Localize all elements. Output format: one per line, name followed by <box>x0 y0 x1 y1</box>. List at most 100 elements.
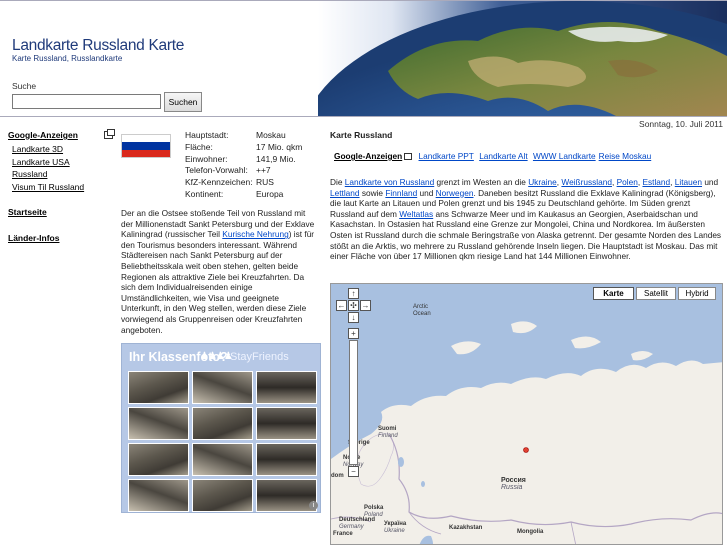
class-photo <box>128 443 189 476</box>
class-photo <box>192 407 253 440</box>
map-type-hybrid-button[interactable]: Hybrid <box>678 287 716 300</box>
class-photo <box>256 443 317 476</box>
tourism-description: Der an die Ostsee stoßende Teil von Russ… <box>121 208 319 335</box>
class-photo-grid <box>128 371 317 512</box>
ad-link-reise-moskau[interactable]: Reise Moskau <box>599 151 652 161</box>
nav-link-landkarte-usa[interactable]: Landkarte USA <box>12 156 116 169</box>
link-finnland[interactable]: Finnland <box>385 188 417 198</box>
class-photo <box>192 479 253 512</box>
russia-flag-image <box>121 134 171 158</box>
site-header: Landkarte Russland Karte Karte Russland,… <box>0 0 727 117</box>
text: grenzt im Westen an die <box>434 177 529 187</box>
fact-key: Hauptstadt: <box>185 130 229 140</box>
map-label-finland: Suomi Finland <box>378 426 398 439</box>
map-label-kazakhstan: Kazakhstan <box>449 525 483 531</box>
nav-link-visum[interactable]: Visum Til Russland <box>12 181 116 194</box>
link-litauen[interactable]: Litauen <box>675 177 702 187</box>
link-lettland[interactable]: Lettland <box>330 188 360 198</box>
desc-text-2: ) ist für den Tourismus besonders intere… <box>121 229 315 335</box>
text: Die <box>330 177 345 187</box>
map-label-arctic: Arctic Ocean <box>413 304 431 317</box>
fact-key: Einwohner: <box>185 153 228 164</box>
ad-info-icon[interactable]: i <box>309 501 318 510</box>
text: und <box>702 177 719 187</box>
ad-links-bar: Google-Anzeigen Landkarte PPT Landkarte … <box>334 151 654 161</box>
nav-link-landkarte-3d[interactable]: Landkarte 3D <box>12 143 116 156</box>
fact-key: Fläche: <box>185 141 213 152</box>
link-norwegen[interactable]: Norwegen <box>436 188 474 198</box>
fact-row: Hauptstadt: Moskau <box>185 130 302 142</box>
ad-link-landkarte-ppt[interactable]: Landkarte PPT <box>419 151 474 161</box>
left-navigation: Google-Anzeigen Landkarte 3D Landkarte U… <box>8 129 116 243</box>
fact-row: Fläche: 17 Mio. qkm <box>185 142 302 154</box>
flag-stripe-red <box>122 149 170 157</box>
fact-key: Telefon-Vorwahl: <box>185 165 248 176</box>
link-ukraine[interactable]: Ukraine <box>528 177 557 187</box>
map-label-russia: Россия Russia <box>501 477 526 491</box>
map-label-ukraine: Україна Ukraine <box>384 521 407 534</box>
fact-value: 141,9 Mio. <box>256 153 296 164</box>
flag-stripe-white <box>122 135 170 143</box>
pan-down-button[interactable]: ↓ <box>348 312 359 323</box>
globe-banner-image <box>318 1 727 116</box>
fact-row: Einwohner: 141,9 Mio. <box>185 154 302 166</box>
zoom-slider[interactable] <box>349 340 358 465</box>
class-photo <box>256 371 317 404</box>
pan-center-button[interactable]: ✣ <box>348 300 359 311</box>
search-input[interactable] <box>12 94 161 109</box>
map-label-germany: Deutschland Germany <box>339 517 376 530</box>
fact-value: 17 Mio. qkm <box>256 141 303 152</box>
stayfriends-ad[interactable]: Ihr Klassenfoto? ♟♟♟♟ StayFriends i <box>121 343 321 513</box>
link-landkarte-von-russland[interactable]: Landkarte von Russland <box>345 177 434 187</box>
flag-stripe-blue <box>122 142 170 150</box>
class-photo <box>256 479 317 512</box>
nav-laender-infos[interactable]: Länder-Infos <box>8 233 59 243</box>
search-label: Suche <box>12 81 37 91</box>
external-link-icon[interactable] <box>404 153 413 160</box>
link-estland[interactable]: Estland <box>642 177 670 187</box>
country-facts: Hauptstadt: Moskau Fläche: 17 Mio. qkm Ein… <box>185 130 302 201</box>
ad-link-www-landkarte[interactable]: WWW Landkarte <box>533 151 596 161</box>
text: sowie <box>359 187 386 198</box>
pan-up-button[interactable]: ↑ <box>348 288 359 299</box>
fact-value: Europa <box>256 188 284 199</box>
external-link-icon[interactable] <box>104 129 115 139</box>
nav-link-russland[interactable]: Russland <box>12 168 116 181</box>
google-ads-heading-main[interactable]: Google-Anzeigen <box>334 151 402 161</box>
site-title[interactable]: Landkarte Russland Karte <box>12 37 184 55</box>
fact-row: Telefon-Vorwahl: ++7 <box>185 165 302 177</box>
fact-key: Kontinent: <box>185 188 224 199</box>
fact-row: KfZ-Kennzeichen: RUS <box>185 177 302 189</box>
fact-value: ++7 <box>256 165 271 176</box>
link-weltatlas[interactable]: Weltatlas <box>399 209 433 219</box>
russia-description: Die Landkarte von Russland grenzt im Wes… <box>330 177 723 262</box>
nav-startseite[interactable]: Startseite <box>8 207 116 217</box>
class-photo <box>192 443 253 476</box>
map-label-mongolia: Mongolia <box>517 529 544 535</box>
class-photo <box>128 371 189 404</box>
people-icon: ♟♟♟♟ <box>200 351 233 362</box>
zoom-out-button[interactable]: − <box>348 466 359 477</box>
map-type-karte-button[interactable]: Karte <box>593 287 634 300</box>
search-button[interactable]: Suchen <box>164 92 202 112</box>
fact-value: RUS <box>256 177 274 188</box>
class-photo <box>128 479 189 512</box>
site-subtitle: Karte Russland, Russlandkarte <box>12 54 123 63</box>
fact-row: Kontinent: Europa <box>185 189 302 201</box>
map-label-france: France <box>333 531 353 537</box>
russia-map[interactable]: ArcticOcean SuomiFinland Sverige NorgeNo… <box>330 283 723 545</box>
current-date: Sonntag, 10. Juli 2011 <box>639 119 723 129</box>
fact-key: KfZ-Kennzeichen: <box>185 177 253 188</box>
map-label-dom: dom <box>331 473 344 479</box>
pan-left-button[interactable]: ← <box>336 300 347 311</box>
main-content: Karte Russland Google-Anzeigen Landkarte… <box>330 130 723 261</box>
zoom-in-button[interactable]: + <box>348 328 359 339</box>
link-polen[interactable]: Polen <box>617 177 638 187</box>
google-ads-heading[interactable]: Google-Anzeigen <box>8 130 78 140</box>
link-weissrussland[interactable]: Weißrussland <box>561 177 612 187</box>
ad-link-landkarte-alt[interactable]: Landkarte Alt <box>479 151 527 161</box>
pan-right-button[interactable]: → <box>360 300 371 311</box>
class-photo <box>192 371 253 404</box>
map-type-satellit-button[interactable]: Satellit <box>636 287 676 300</box>
link-kurische-nehrung[interactable]: Kurische Nehrung <box>222 229 288 239</box>
